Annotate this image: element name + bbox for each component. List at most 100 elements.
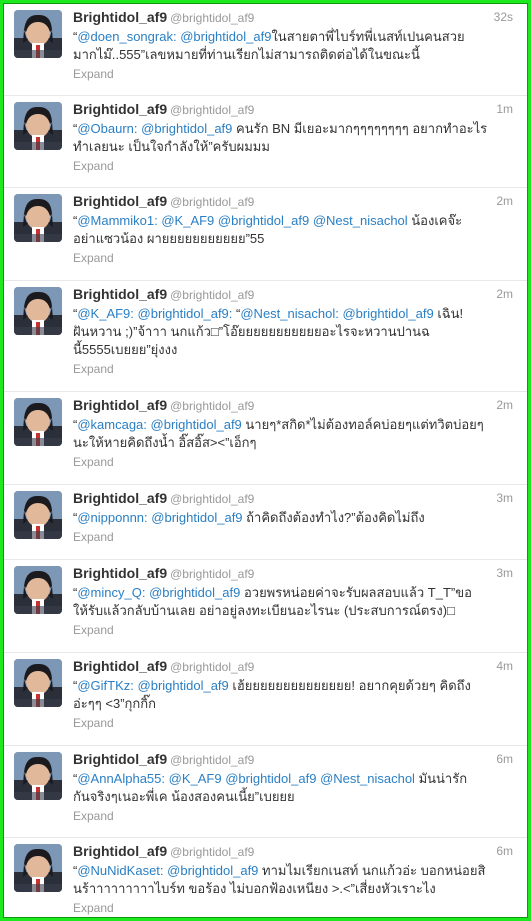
- username[interactable]: @brightidol_af9: [170, 567, 254, 581]
- mention-link[interactable]: @brightidol_af9: [151, 417, 242, 432]
- expand-link[interactable]: Expand: [73, 66, 513, 83]
- fullname[interactable]: Brightidol_af9: [73, 286, 167, 302]
- mention-link[interactable]: @brightidol_af9: [141, 121, 232, 136]
- mention-link[interactable]: @kamcaga:: [77, 417, 147, 432]
- expand-link[interactable]: Expand: [73, 158, 513, 175]
- timestamp[interactable]: 2m: [496, 394, 513, 416]
- timestamp[interactable]: 32s: [494, 6, 513, 28]
- timestamp[interactable]: 3m: [496, 562, 513, 584]
- tweet-content: Brightidol_af9 @brightidol_af9 6m “@NuNidKa…: [73, 840, 513, 917]
- tweet-item[interactable]: Brightidol_af9 @brightidol_af9 2m “@Mammiko…: [4, 188, 527, 281]
- tweet-item[interactable]: Brightidol_af9 @brightidol_af9 32s “@doen_s…: [4, 4, 527, 96]
- fullname[interactable]: Brightidol_af9: [73, 101, 167, 117]
- expand-link[interactable]: Expand: [73, 900, 513, 917]
- tweet-item[interactable]: Brightidol_af9 @brightidol_af9 4m “@GifTKz:…: [4, 653, 527, 746]
- avatar[interactable]: [14, 10, 62, 58]
- tweet-item[interactable]: Brightidol_af9 @brightidol_af9 6m “@NuNidKa…: [4, 838, 527, 917]
- timestamp[interactable]: 2m: [496, 283, 513, 305]
- timestamp[interactable]: 1m: [496, 98, 513, 120]
- fullname[interactable]: Brightidol_af9: [73, 843, 167, 859]
- tweet-item[interactable]: Brightidol_af9 @brightidol_af9 3m “@nipponn…: [4, 485, 527, 560]
- username[interactable]: @brightidol_af9: [170, 195, 254, 209]
- avatar[interactable]: [14, 491, 62, 539]
- expand-link[interactable]: Expand: [73, 361, 513, 378]
- mention-link[interactable]: @brightidol_af9: [167, 863, 258, 878]
- tweet-item[interactable]: Brightidol_af9 @brightidol_af9 1m “@Obaurn:…: [4, 96, 527, 188]
- tweet-text-segment: ถ้าคิดถึงต้องทำไง?”ต้องคิดไม่ถึง: [242, 510, 425, 525]
- tweet-text-segment: นายๆ*สกิด*ไม่ต้องทอล์คบ่อยๆแต่ทวิตบ่อยๆ: [241, 417, 484, 432]
- expand-link[interactable]: Expand: [73, 454, 513, 471]
- tweet-text: “@GifTKz: @brightidol_af9 เฮ้ยยยยยยยยยยย…: [73, 677, 513, 713]
- tweet-text-segment: ทามไมเรียกเนสท์ นกแก้วอ่ะ บอกหน่อยสิ: [258, 863, 486, 878]
- expand-link[interactable]: Expand: [73, 715, 513, 732]
- avatar[interactable]: [14, 398, 62, 446]
- tweet-text-segment: น้องเคจ๊ะ: [407, 213, 463, 228]
- username[interactable]: @brightidol_af9: [170, 399, 254, 413]
- mention-link[interactable]: @AnnAlpha55:: [77, 771, 165, 786]
- username[interactable]: @brightidol_af9: [170, 753, 254, 767]
- mention-link[interactable]: @K_AF9:: [77, 306, 134, 321]
- mention-link[interactable]: @Nest_nisachol: [320, 771, 415, 786]
- expand-link[interactable]: Expand: [73, 250, 513, 267]
- expand-link[interactable]: Expand: [73, 808, 513, 825]
- fullname[interactable]: Brightidol_af9: [73, 565, 167, 581]
- username[interactable]: @brightidol_af9: [170, 660, 254, 674]
- tweet-text-line: “@doen_songrak: @brightidol_af9ในสายตาพี…: [73, 28, 513, 46]
- tweet-item[interactable]: Brightidol_af9 @brightidol_af9 2m “@kamcaga…: [4, 392, 527, 485]
- avatar[interactable]: [14, 659, 62, 707]
- username[interactable]: @brightidol_af9: [170, 288, 254, 302]
- timestamp[interactable]: 2m: [496, 190, 513, 212]
- fullname[interactable]: Brightidol_af9: [73, 193, 167, 209]
- mention-link[interactable]: @doen_songrak:: [77, 29, 176, 44]
- tweet-text-line: นะให้หายคิดถึงน้ำ อิ๊สอิ๊ส><”เอ็กๆ: [73, 434, 513, 452]
- avatar[interactable]: [14, 194, 62, 242]
- tweet-text: “@Mammiko1: @K_AF9 @brightidol_af9 @Nest…: [73, 212, 513, 248]
- mention-link[interactable]: @Nest_nisachol: [313, 213, 408, 228]
- tweet-text-segment: อวยพรหน่อยค่าจะรับผลสอบแล้ว T_T”ขอ: [240, 585, 472, 600]
- timestamp[interactable]: 6m: [496, 748, 513, 770]
- mention-link[interactable]: @NuNidKaset:: [77, 863, 163, 878]
- mention-link[interactable]: @brightidol_af9: [138, 678, 229, 693]
- tweet-text-line: มากไม๊..555”เลขหมายที่ท่านเรียกไม่สามารถ…: [73, 46, 513, 64]
- tweet-content: Brightidol_af9 @brightidol_af9 2m “@Mammiko…: [73, 190, 513, 267]
- fullname[interactable]: Brightidol_af9: [73, 397, 167, 413]
- mention-link[interactable]: @Nest_nisachol:: [240, 306, 338, 321]
- avatar[interactable]: [14, 566, 62, 614]
- timestamp[interactable]: 6m: [496, 840, 513, 862]
- mention-link[interactable]: @brightidol_af9: [149, 585, 240, 600]
- tweet-header: Brightidol_af9 @brightidol_af9 4m: [73, 655, 513, 677]
- avatar[interactable]: [14, 844, 62, 892]
- mention-link[interactable]: @K_AF9: [169, 771, 222, 786]
- mention-link[interactable]: @brightidol_af9: [180, 29, 271, 44]
- mention-link[interactable]: @Obaurn:: [77, 121, 137, 136]
- mention-link[interactable]: @Mammiko1:: [77, 213, 157, 228]
- mention-link[interactable]: @GifTKz:: [77, 678, 134, 693]
- fullname[interactable]: Brightidol_af9: [73, 751, 167, 767]
- mention-link[interactable]: @brightidol_af9: [218, 213, 309, 228]
- fullname[interactable]: Brightidol_af9: [73, 9, 167, 25]
- expand-link[interactable]: Expand: [73, 622, 513, 639]
- username[interactable]: @brightidol_af9: [170, 845, 254, 859]
- tweet-item[interactable]: Brightidol_af9 @brightidol_af9 6m “@AnnAlph…: [4, 746, 527, 838]
- fullname[interactable]: Brightidol_af9: [73, 658, 167, 674]
- mention-link[interactable]: @brightidol_af9: [225, 771, 316, 786]
- mention-link[interactable]: @brightidol_af9: [151, 510, 242, 525]
- mention-link[interactable]: @K_AF9: [161, 213, 214, 228]
- username[interactable]: @brightidol_af9: [170, 492, 254, 506]
- mention-link[interactable]: @mincy_Q:: [77, 585, 145, 600]
- fullname[interactable]: Brightidol_af9: [73, 490, 167, 506]
- mention-link[interactable]: @brightidol_af9: [342, 306, 433, 321]
- mention-link[interactable]: @nipponnn:: [77, 510, 147, 525]
- expand-link[interactable]: Expand: [73, 529, 513, 546]
- mention-link[interactable]: @brightidol_af9:: [138, 306, 233, 321]
- username[interactable]: @brightidol_af9: [170, 103, 254, 117]
- timestamp[interactable]: 4m: [496, 655, 513, 677]
- tweet-content: Brightidol_af9 @brightidol_af9 3m “@mincy_Q…: [73, 562, 513, 639]
- tweet-item[interactable]: Brightidol_af9 @brightidol_af9 3m “@mincy_Q…: [4, 560, 527, 653]
- tweet-item[interactable]: Brightidol_af9 @brightidol_af9 2m “@K_AF9: …: [4, 281, 527, 392]
- avatar[interactable]: [14, 752, 62, 800]
- avatar[interactable]: [14, 287, 62, 335]
- avatar[interactable]: [14, 102, 62, 150]
- timestamp[interactable]: 3m: [496, 487, 513, 509]
- username[interactable]: @brightidol_af9: [170, 11, 254, 25]
